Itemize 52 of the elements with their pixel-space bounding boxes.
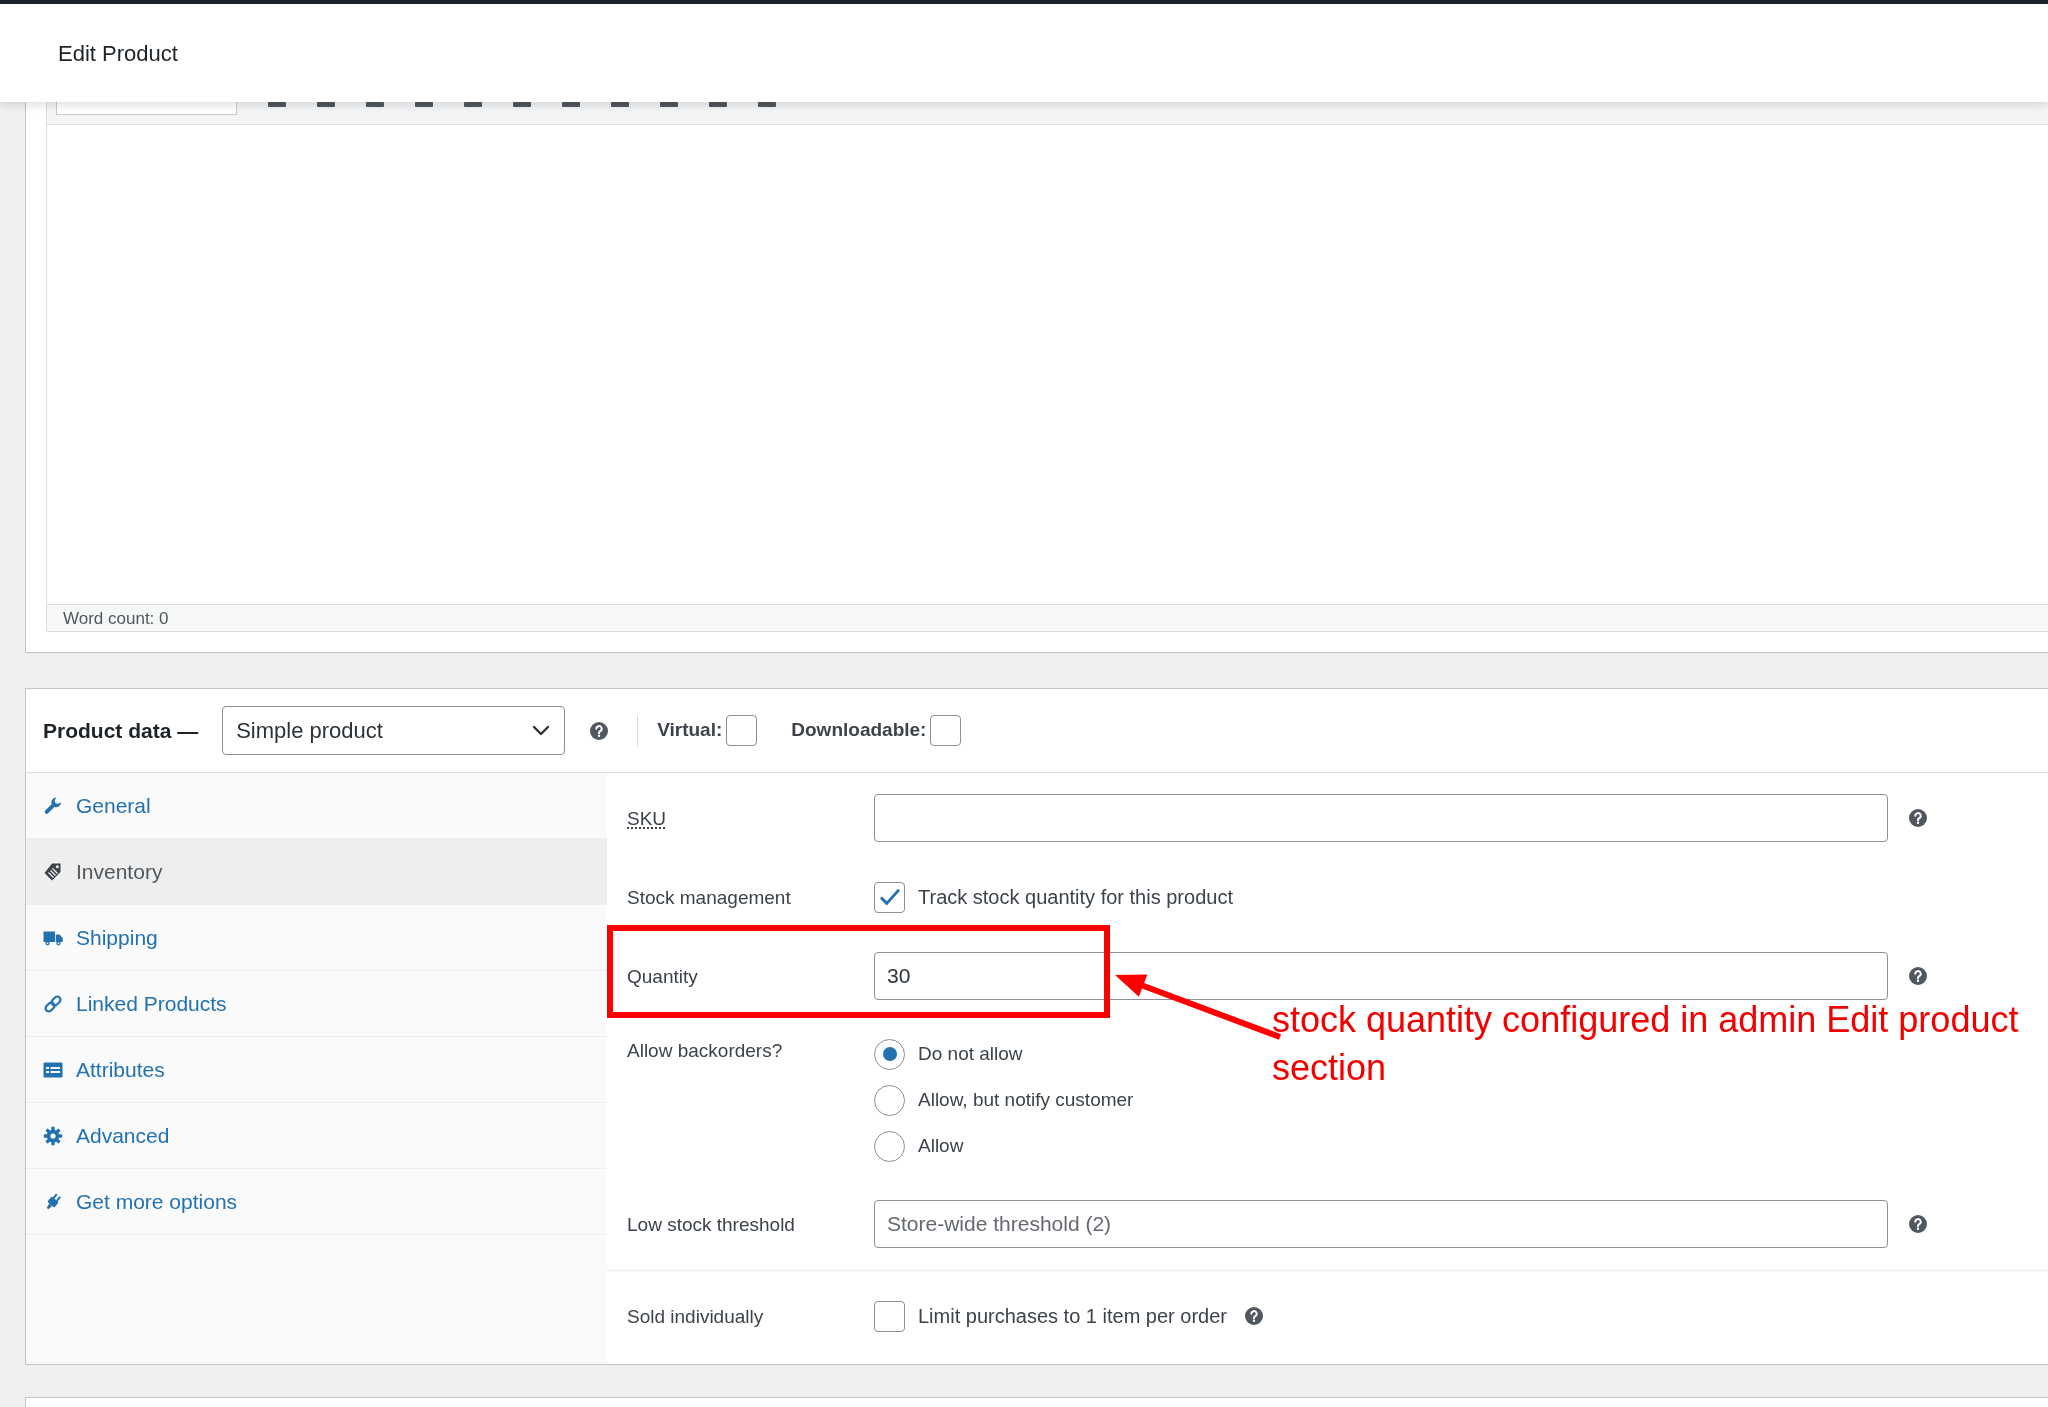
radio-label: Allow [918,1133,964,1158]
radio-button[interactable] [874,1130,905,1162]
text-input[interactable]: Store-wide threshold (2) [874,1200,1888,1248]
chevron-down-icon [532,725,551,736]
toolbar-icon[interactable] [611,102,629,107]
text-input[interactable] [874,794,1888,842]
panel-title: Product data — [43,717,199,744]
checkbox[interactable] [874,881,905,913]
radio-button[interactable] [874,1038,905,1070]
field-label: Low stock threshold [627,1212,796,1237]
radio-button[interactable] [874,1084,905,1116]
toolbar-icon[interactable] [415,102,433,107]
tab[interactable]: Inventory [26,839,607,905]
radio-label: Do not allow [918,1041,1023,1066]
page-title: Edit Product [58,39,178,68]
help-icon[interactable] [1909,967,1927,985]
option-label: Virtual: [657,718,723,743]
toolbar-icon[interactable] [366,102,384,107]
link-icon [43,993,63,1014]
toolbar-icon[interactable] [758,102,776,107]
checkbox[interactable] [874,1300,905,1332]
product-type-select[interactable]: Simple product [222,706,566,755]
checkmark-icon [878,887,901,907]
toolbar-icon[interactable] [268,102,286,107]
checkbox[interactable] [930,715,962,746]
toolbar-icon[interactable] [317,102,335,107]
field-label: Quantity [627,964,699,989]
gear-icon [43,1125,63,1146]
toolbar-icon[interactable] [709,102,727,107]
checkbox-label: Limit purchases to 1 item per order [918,1304,1228,1329]
field-label: Allow backorders? [627,1039,784,1063]
wrench-icon [43,795,63,816]
checkbox[interactable] [726,715,758,746]
toolbar-icon[interactable] [562,102,580,107]
option-label: Downloadable: [791,718,927,743]
help-icon[interactable] [1909,1215,1927,1233]
text-input[interactable]: 30 [874,952,1888,1000]
tag-icon [43,861,63,882]
radio-label: Allow, but notify customer [918,1087,1134,1112]
field-label: SKU [627,806,668,831]
checkbox-label: Track stock quantity for this product [918,885,1233,910]
help-icon[interactable] [590,721,609,740]
toolbar-icon[interactable] [660,102,678,107]
word-count: Word count: 0 [63,609,169,628]
field-label: Stock management [627,885,792,910]
annotation-text: stock quantity configured in admin Edit product section [1272,998,2020,1090]
toolbar-icon[interactable] [513,102,531,107]
help-icon[interactable] [1245,1307,1264,1325]
field-label: Sold individually [627,1304,765,1329]
help-icon[interactable] [1909,809,1927,827]
format-select[interactable] [56,102,237,115]
toolbar-icon[interactable] [464,102,482,107]
